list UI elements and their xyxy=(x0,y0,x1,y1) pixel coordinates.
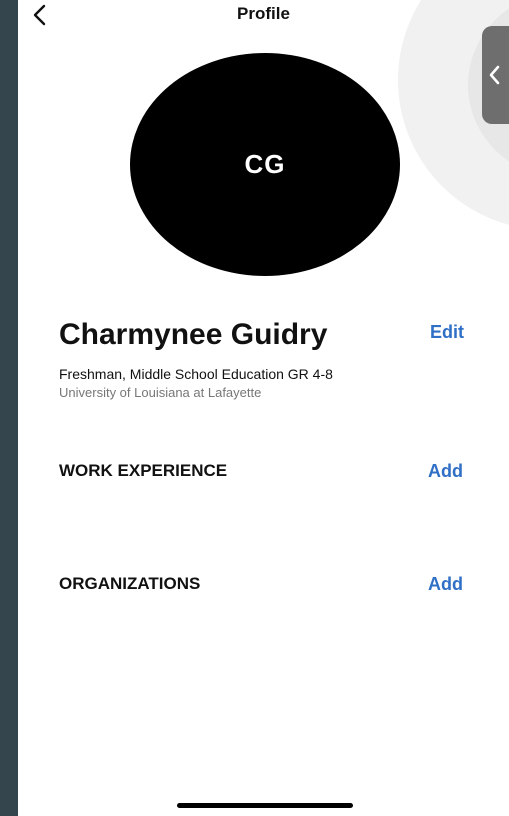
side-panel-handle[interactable] xyxy=(482,26,509,124)
profile-program: Freshman, Middle School Education GR 4-8 xyxy=(59,366,333,382)
add-organization-button[interactable]: Add xyxy=(428,574,463,595)
profile-screen: Profile CG Charmynee Guidry Edit Freshma… xyxy=(18,0,509,816)
work-experience-heading: WORK EXPERIENCE xyxy=(59,461,228,480)
avatar[interactable]: CG xyxy=(130,53,400,276)
avatar-initials: CG xyxy=(244,149,286,179)
chevron-left-icon xyxy=(489,65,500,85)
home-indicator[interactable] xyxy=(177,803,353,808)
organizations-heading: ORGANIZATIONS xyxy=(59,574,201,593)
add-work-experience-button[interactable]: Add xyxy=(428,461,463,482)
profile-school: University of Louisiana at Lafayette xyxy=(59,385,262,400)
page-title: Profile xyxy=(237,4,290,23)
edit-profile-button[interactable]: Edit xyxy=(430,322,464,343)
profile-name: Charmynee Guidry xyxy=(59,318,328,351)
